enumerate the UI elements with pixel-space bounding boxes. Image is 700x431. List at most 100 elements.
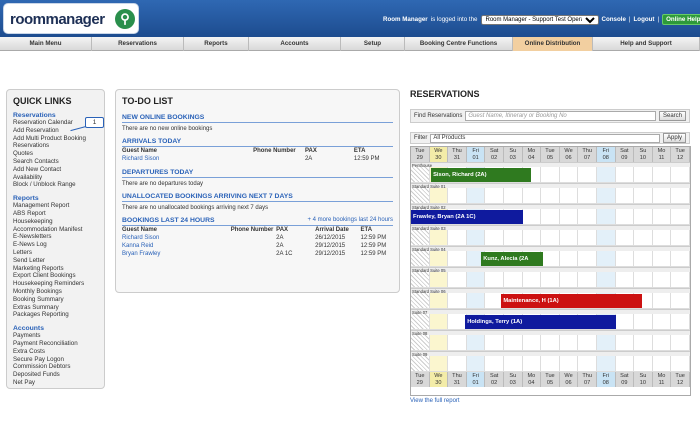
calendar-cell[interactable] [634, 272, 653, 288]
calendar-cell[interactable] [522, 356, 542, 372]
calendar-cell[interactable] [411, 188, 430, 204]
quick-link[interactable]: Add Reservation [13, 127, 98, 135]
calendar-cell[interactable] [652, 209, 672, 225]
calendar-cell[interactable] [466, 293, 486, 309]
calendar-cell[interactable] [559, 188, 579, 204]
calendar-cell[interactable] [596, 167, 616, 183]
calendar-cell[interactable] [671, 293, 690, 309]
quick-link[interactable]: Commission Debtors [13, 363, 98, 371]
quick-link[interactable]: E-Newsletters [13, 233, 98, 241]
calendar-cell[interactable] [596, 272, 616, 288]
quick-link[interactable]: Payment Reconciliation [13, 340, 98, 348]
calendar-cell[interactable] [596, 251, 616, 267]
calendar-cell[interactable] [448, 314, 467, 330]
day-header[interactable]: We 06 [559, 372, 579, 387]
calendar-cell[interactable] [652, 230, 672, 246]
calendar-cell[interactable] [615, 356, 635, 372]
calendar-cell[interactable] [652, 356, 672, 372]
calendar-cell[interactable] [429, 293, 449, 309]
calendar-cell[interactable] [448, 272, 467, 288]
calendar-cell[interactable] [671, 251, 690, 267]
calendar-cell[interactable] [466, 356, 486, 372]
day-header[interactable]: Tue 29 [411, 147, 430, 162]
nav-item-reports[interactable]: Reports [184, 37, 249, 51]
quick-link[interactable]: Accommodation Manifest [13, 226, 98, 234]
calendar-cell[interactable] [652, 335, 672, 351]
nav-item-online-distribution[interactable]: Online Distribution [513, 37, 593, 51]
calendar-cell[interactable] [634, 356, 653, 372]
calendar-cell[interactable] [615, 272, 635, 288]
filter-select[interactable]: All Products [430, 133, 660, 143]
day-header[interactable]: Su 10 [634, 147, 653, 162]
booking-bar[interactable]: Frawley, Bryan (2A 1C) [411, 210, 524, 224]
calendar-cell[interactable] [634, 251, 653, 267]
calendar-cell[interactable] [522, 272, 542, 288]
more-bookings-link[interactable]: + 4 more bookings last 24 hours [307, 217, 393, 224]
calendar-cell[interactable] [671, 230, 690, 246]
calendar-cell[interactable] [615, 335, 635, 351]
guest-name-link[interactable]: Richard Sison [122, 234, 231, 242]
calendar-cell[interactable] [466, 335, 486, 351]
nav-item-main-menu[interactable]: Main Menu [0, 37, 92, 51]
day-header[interactable]: Mo 04 [522, 147, 542, 162]
calendar-cell[interactable] [559, 251, 579, 267]
guest-name-link[interactable]: Bryan Frawley [122, 250, 231, 258]
guest-name-link[interactable]: Richard Sison [122, 155, 253, 163]
calendar-cell[interactable] [578, 167, 597, 183]
day-header[interactable]: Thu 07 [578, 372, 597, 387]
booking-bar[interactable]: Holdings, Terry (1A) [465, 315, 616, 329]
calendar-cell[interactable] [559, 167, 579, 183]
calendar-cell[interactable] [541, 209, 560, 225]
calendar-cell[interactable] [485, 335, 504, 351]
booking-bar[interactable]: Kunz, Alecia (2A [481, 252, 544, 266]
calendar-cell[interactable] [578, 272, 597, 288]
quick-link[interactable]: Housekeeping Reminders [13, 280, 98, 288]
calendar-cell[interactable] [615, 188, 635, 204]
calendar-cell[interactable] [634, 167, 653, 183]
calendar-cell[interactable] [615, 209, 635, 225]
quick-link[interactable]: Packages Reporting [13, 311, 98, 319]
day-header[interactable]: Mo 11 [652, 147, 672, 162]
quick-link[interactable]: Reservations [13, 142, 98, 150]
quick-link[interactable]: Send Letter [13, 257, 98, 265]
calendar-cell[interactable] [596, 356, 616, 372]
nav-item-setup[interactable]: Setup [341, 37, 405, 51]
calendar-cell[interactable] [596, 335, 616, 351]
booking-bar[interactable]: Sison, Richard (2A) [431, 168, 532, 182]
calendar-cell[interactable] [503, 356, 523, 372]
calendar-cell[interactable] [503, 230, 523, 246]
calendar-cell[interactable] [429, 272, 449, 288]
calendar-cell[interactable] [541, 356, 560, 372]
calendar-cell[interactable] [503, 272, 523, 288]
quick-link[interactable]: Housekeeping [13, 218, 98, 226]
calendar-cell[interactable] [411, 272, 430, 288]
day-header[interactable]: Fri 01 [466, 372, 486, 387]
logo[interactable]: roommanager ⚲ [3, 3, 139, 34]
day-header[interactable]: Tue 12 [671, 372, 690, 387]
quick-link[interactable]: Marketing Reports [13, 265, 98, 273]
quick-link[interactable]: Availability [13, 174, 98, 182]
day-header[interactable]: Fri 08 [596, 372, 616, 387]
calendar-cell[interactable] [541, 272, 560, 288]
calendar-cell[interactable] [559, 230, 579, 246]
quick-link[interactable]: Management Report [13, 202, 98, 210]
day-header[interactable]: Su 03 [503, 372, 523, 387]
calendar-cell[interactable] [559, 209, 579, 225]
calendar-cell[interactable] [652, 272, 672, 288]
calendar-cell[interactable] [596, 209, 616, 225]
quick-link[interactable]: Payments [13, 332, 98, 340]
calendar-cell[interactable] [429, 230, 449, 246]
calendar-cell[interactable] [671, 209, 690, 225]
quick-link[interactable]: Deposited Funds [13, 371, 98, 379]
calendar-cell[interactable] [411, 251, 430, 267]
calendar-cell[interactable] [671, 356, 690, 372]
calendar-cell[interactable] [466, 188, 486, 204]
calendar-cell[interactable] [448, 188, 467, 204]
calendar-cell[interactable] [578, 188, 597, 204]
calendar-cell[interactable] [411, 314, 430, 330]
console-link[interactable]: Console [602, 16, 626, 23]
calendar-cell[interactable] [429, 314, 449, 330]
calendar-cell[interactable] [429, 251, 449, 267]
calendar-cell[interactable] [652, 188, 672, 204]
quick-link[interactable]: E-News Log [13, 241, 98, 249]
